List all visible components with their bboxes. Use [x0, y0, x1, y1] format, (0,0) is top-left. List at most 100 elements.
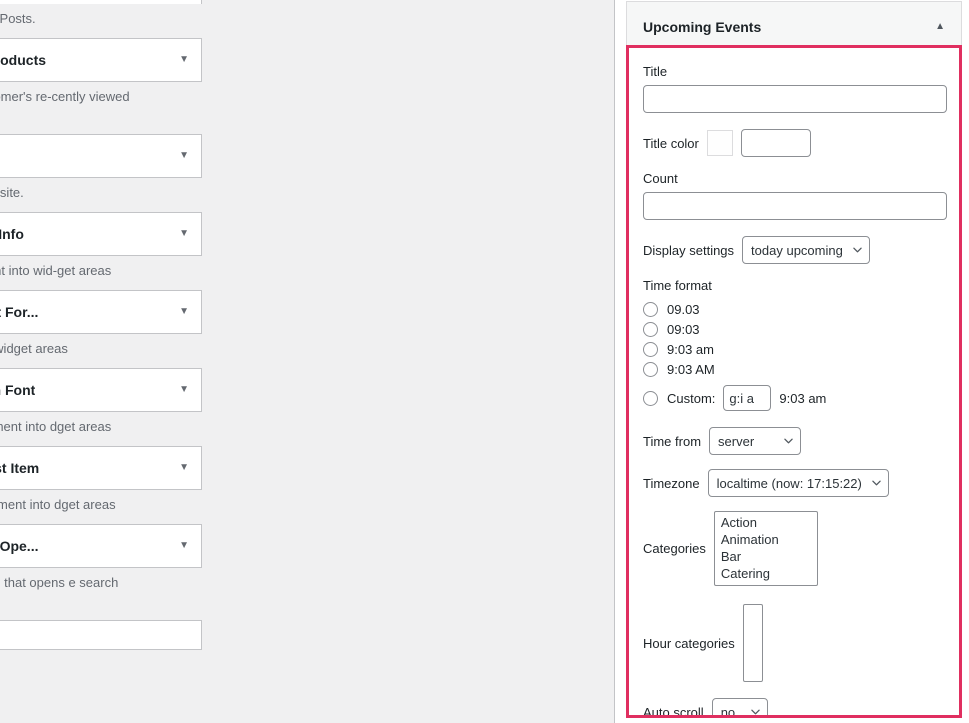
field-time-from: Time from server — [643, 427, 945, 455]
list-item[interactable]: Bar — [715, 548, 817, 565]
time-format-option-label: 09.03 — [667, 301, 700, 317]
field-title-color: Title color — [643, 129, 945, 157]
field-timezone: Timezone localtime (now: 17:15:22) — [643, 469, 945, 497]
title-color-input[interactable] — [740, 129, 811, 157]
time-from-label: Time from — [643, 433, 702, 449]
count-label: Count — [643, 171, 678, 186]
widget-description: search form for your site. — [0, 185, 24, 200]
widget-block: ur site's most recent Posts. — [0, 0, 202, 38]
time-format-label: Time format — [643, 278, 712, 293]
auto-scroll-label: Auto scroll — [643, 704, 704, 718]
chevron-down-icon[interactable]: ▼ — [179, 55, 189, 65]
chevron-down-icon[interactable]: ▼ — [179, 541, 189, 551]
widget-card-contact-form[interactable]: ngBook Contact For... ▼ — [0, 290, 202, 334]
radio-icon[interactable] — [643, 390, 658, 406]
panel-header[interactable]: Upcoming Events ▲ — [626, 1, 962, 51]
title-color-label: Title color — [643, 135, 699, 151]
widget-card-title: ecent Viewed Products — [0, 52, 47, 68]
widget-description: ur site's most recent Posts. — [0, 11, 36, 26]
available-widgets-column: ur site's most recent Posts. ecent Viewe… — [0, 0, 202, 723]
field-display-settings: Display settings today upcoming — [643, 236, 945, 264]
display-settings-select[interactable]: today upcoming — [742, 236, 870, 264]
auto-scroll-value: no — [720, 704, 736, 718]
radio-icon[interactable] — [643, 361, 658, 377]
widget-card-title: ngBook Search Ope... — [0, 538, 39, 554]
widget-card-recent-viewed-products[interactable]: ecent Viewed Products ▼ — [0, 38, 202, 82]
timezone-value: localtime (now: 17:15:22) — [716, 475, 862, 491]
time-from-value: server — [718, 433, 755, 449]
display-settings-label: Display settings — [643, 242, 735, 258]
time-format-option[interactable]: 09.03 — [643, 299, 945, 319]
upcoming-events-widget-panel: Upcoming Events ▲ Title Title color Coun… — [626, 0, 962, 723]
time-format-custom-option[interactable]: Custom: 9:03 am — [643, 385, 945, 411]
chevron-down-icon — [872, 480, 881, 486]
radio-icon[interactable] — [643, 341, 658, 357]
widget-card-title: ngBook Contact For... — [0, 304, 39, 320]
widget-card-custom-font[interactable]: ngBook Custom Font ▼ — [0, 368, 202, 412]
timezone-select[interactable]: localtime (now: 17:15:22) — [707, 469, 889, 497]
chevron-down-icon[interactable]: ▼ — [179, 307, 189, 317]
widget-card-title: ngBook Icon List Item — [0, 460, 40, 476]
display-settings-value: today upcoming — [751, 242, 843, 258]
widget-description: splay a list of a customer's re-cently v… — [0, 89, 130, 104]
chevron-down-icon[interactable]: ▼ — [179, 229, 189, 239]
categories-listbox[interactable]: Action Animation Bar Catering — [713, 511, 818, 586]
widget-block: ecent Viewed Products ▼ splay a list of … — [0, 38, 202, 134]
widget-description: ld author info element into wid-get area… — [0, 263, 112, 278]
list-item[interactable]: Animation — [715, 531, 817, 548]
panel-body: Title Title color Count Display settings — [626, 45, 962, 718]
chevron-down-icon — [853, 247, 862, 253]
field-count: Count — [643, 171, 947, 220]
widget-block: ngBook Contact For... ▼ ld contact form … — [0, 290, 202, 368]
chevron-up-icon[interactable]: ▲ — [935, 21, 945, 32]
title-input[interactable] — [643, 85, 947, 113]
categories-label: Categories — [643, 541, 706, 556]
time-format-option-label: 09:03 — [667, 321, 700, 337]
field-auto-scroll: Auto scroll no — [643, 698, 945, 718]
hour-categories-listbox[interactable] — [742, 604, 763, 682]
widget-block: ngBook Search Ope... ▼ splay a "search" … — [0, 524, 202, 620]
time-format-option-label: 9:03 AM — [667, 361, 715, 377]
field-categories: Categories Action Animation Bar Catering — [643, 511, 945, 586]
time-format-option[interactable]: 9:03 AM — [643, 359, 945, 379]
list-item[interactable]: Action — [715, 514, 817, 531]
time-format-option[interactable]: 09:03 — [643, 319, 945, 339]
field-time-format: Time format 09.03 09:03 9:03 am 9:03 AM … — [643, 278, 945, 411]
widget-card-search[interactable]: earch ▼ — [0, 134, 202, 178]
radio-icon[interactable] — [643, 301, 658, 317]
page-title: Upcoming Events — [643, 18, 762, 35]
widget-card-partial-bottom[interactable] — [0, 620, 202, 650]
title-label: Title — [643, 64, 668, 79]
widgets-screen: ur site's most recent Posts. ecent Viewe… — [0, 0, 969, 723]
widget-description: splay a "search" icon that opens e searc… — [0, 575, 119, 590]
widget-block: ngBook Icon List Item ▼ ld a icon list i… — [0, 446, 202, 524]
count-input[interactable] — [643, 192, 947, 220]
widget-card-icon-list-item[interactable]: ngBook Icon List Item ▼ — [0, 446, 202, 490]
widget-card-search-opener[interactable]: ngBook Search Ope... ▼ — [0, 524, 202, 568]
widget-description: ld a custom font element into dget areas — [0, 419, 112, 434]
time-format-custom-input[interactable] — [723, 385, 772, 411]
time-format-option-label: 9:03 am — [667, 341, 714, 357]
time-from-select[interactable]: server — [709, 427, 802, 455]
widget-card-author-info[interactable]: ngBook Author Info ▼ — [0, 212, 202, 256]
chevron-down-icon[interactable]: ▼ — [179, 463, 189, 473]
hour-categories-label: Hour categories — [643, 635, 735, 651]
widget-card-title: ngBook Custom Font — [0, 382, 36, 398]
widget-block: ngBook Author Info ▼ ld author info elem… — [0, 212, 202, 290]
chevron-down-icon — [784, 438, 793, 444]
chevron-down-icon[interactable]: ▼ — [179, 151, 189, 161]
widget-block: earch ▼ search form for your site. — [0, 134, 202, 212]
radio-icon[interactable] — [643, 321, 658, 337]
field-title: Title — [643, 64, 947, 113]
list-item[interactable]: Catering — [715, 565, 817, 582]
field-hour-categories: Hour categories — [643, 604, 945, 682]
widget-description: ld contact form 7 to widget areas — [0, 341, 68, 356]
widget-card-title: ngBook Author Info — [0, 226, 24, 242]
chevron-down-icon[interactable]: ▼ — [179, 385, 189, 395]
widget-block — [0, 620, 202, 650]
time-format-option[interactable]: 9:03 am — [643, 339, 945, 359]
chevron-down-icon — [750, 709, 760, 715]
auto-scroll-select[interactable]: no — [711, 698, 768, 718]
widget-description: ld a icon list item element into dget ar… — [0, 497, 116, 512]
color-swatch[interactable] — [706, 130, 733, 156]
